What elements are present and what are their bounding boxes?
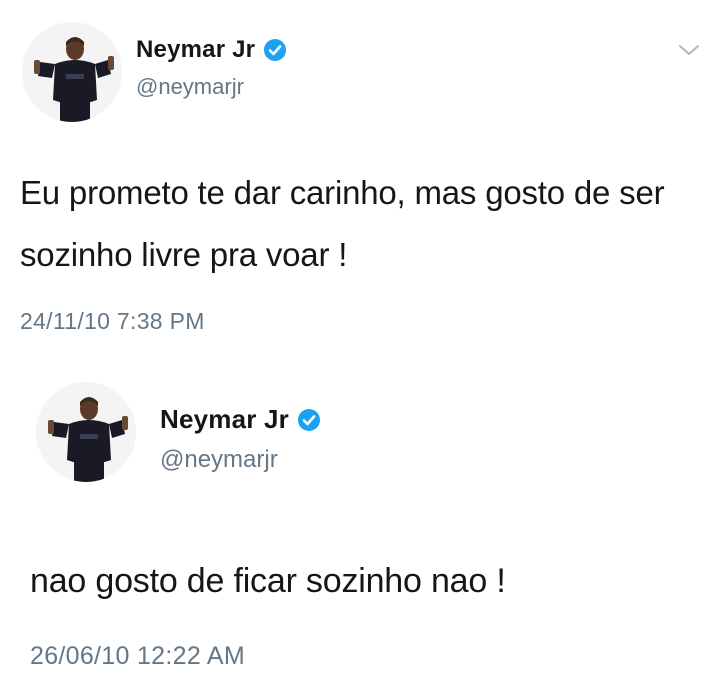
chevron-down-icon[interactable]	[678, 42, 700, 58]
avatar-photo-icon	[36, 382, 136, 482]
tweet-card[interactable]: Neymar Jr @neymarjr Eu prometo te dar ca…	[0, 0, 720, 360]
avatar[interactable]	[36, 382, 136, 482]
user-handle[interactable]: @neymarjr	[160, 446, 278, 474]
verified-badge-icon	[263, 38, 287, 62]
tweet-timestamp[interactable]: 24/11/10 7:38 PM	[20, 308, 205, 335]
avatar[interactable]	[22, 22, 122, 122]
user-handle[interactable]: @neymarjr	[136, 74, 244, 100]
verified-badge-icon	[297, 408, 321, 432]
display-name[interactable]: Neymar Jr	[136, 36, 255, 64]
tweet-timestamp[interactable]: 26/06/10 12:22 AM	[30, 642, 245, 671]
user-name-row[interactable]: Neymar Jr	[160, 404, 321, 435]
tweet-text: nao gosto de ficar sozinho nao !	[30, 562, 506, 600]
tweet-text: Eu prometo te dar carinho, mas gosto de …	[20, 174, 665, 273]
display-name[interactable]: Neymar Jr	[160, 404, 289, 435]
user-name-row[interactable]: Neymar Jr	[136, 36, 287, 64]
avatar-photo-icon	[22, 22, 122, 122]
